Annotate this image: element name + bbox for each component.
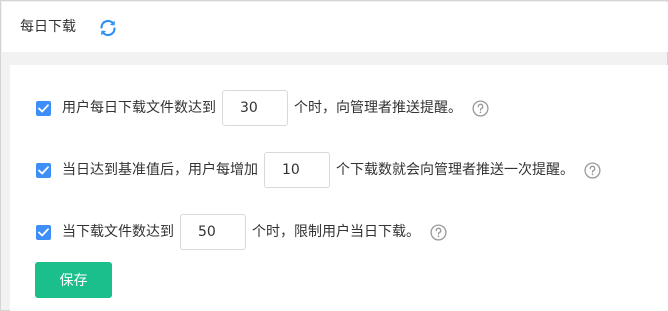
question-circle-icon[interactable] [584,161,601,179]
rule-prefix: 用户每日下载文件数达到 [62,100,216,116]
download-limit-input[interactable] [180,214,246,250]
daily-threshold-input[interactable] [222,90,288,126]
window-frame: 每日下载 用户每日下载文件数达到 个时，向管理者推送提醒。 [0,0,668,311]
rule-row-limit: 当下载文件数达到 个时，限制用户当日下载。 [10,214,447,250]
refresh-icon[interactable] [98,18,118,38]
rule-prefix: 当日达到基准值后，用户每增加 [62,162,258,178]
checkmark-icon [38,227,49,236]
rule-checkbox-increment[interactable] [36,162,51,178]
rule-suffix: 个时，限制用户当日下载。 [252,224,420,240]
question-circle-icon[interactable] [430,223,447,241]
rule-suffix: 个下载数就会向管理者推送一次提醒。 [336,162,574,178]
rule-checkbox-limit[interactable] [36,224,51,240]
settings-panel: 用户每日下载文件数达到 个时，向管理者推送提醒。 当日达到基准值后，用户每增加 … [10,65,668,311]
rule-row-increment: 当日达到基准值后，用户每增加 个下载数就会向管理者推送一次提醒。 [10,152,601,188]
increment-input[interactable] [264,152,330,188]
page-title: 每日下载 [20,19,76,35]
checkmark-icon [38,165,49,174]
rule-suffix: 个时，向管理者推送提醒。 [294,100,462,116]
checkmark-icon [38,103,49,112]
page-header: 每日下载 [2,2,668,52]
question-circle-icon[interactable] [472,99,489,117]
rule-prefix: 当下载文件数达到 [62,224,174,240]
rule-row-daily-threshold: 用户每日下载文件数达到 个时，向管理者推送提醒。 [10,90,489,126]
rule-checkbox-daily-threshold[interactable] [36,100,51,116]
save-button[interactable]: 保存 [35,262,112,298]
